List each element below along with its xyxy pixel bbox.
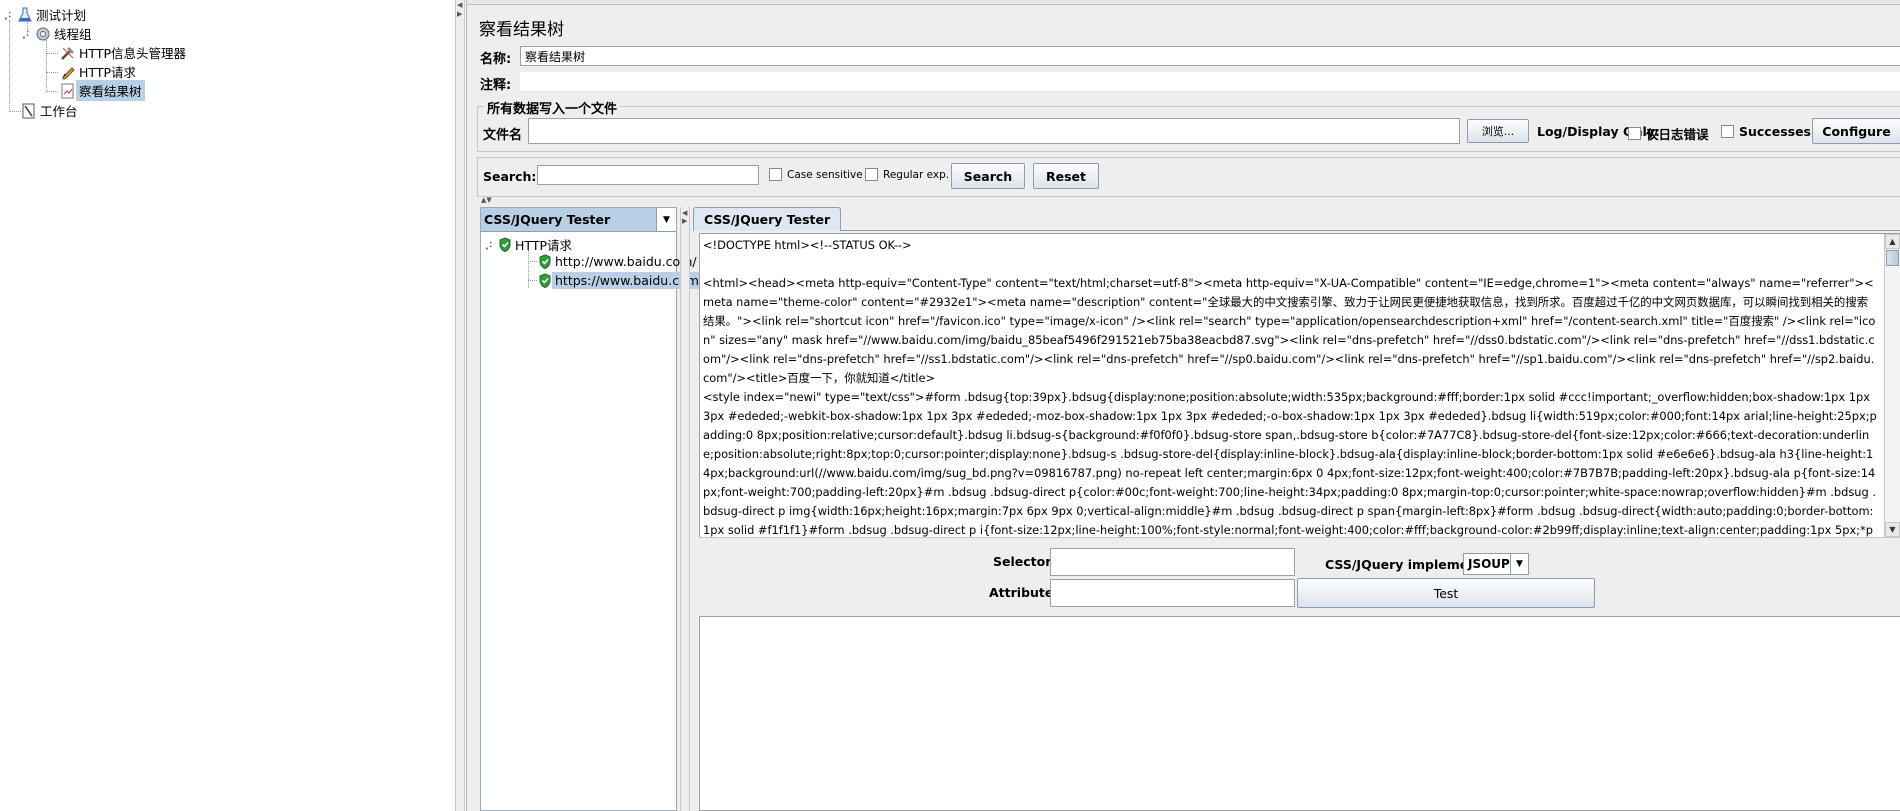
- scroll-down-icon[interactable]: ▼: [1885, 522, 1900, 537]
- wrench-icon: [61, 46, 74, 60]
- response-line: <!DOCTYPE html><!--STATUS OK-->: [703, 238, 912, 252]
- tree-connector: [528, 250, 529, 288]
- response-body-text-area[interactable]: <!DOCTYPE html><!--STATUS OK--> <html><h…: [699, 233, 1900, 538]
- response-line: <html><head><meta http-equiv="Content-Ty…: [703, 276, 1876, 385]
- search-label: Search:: [483, 169, 537, 184]
- attribute-label: Attribute:: [989, 585, 1059, 600]
- sample-results-tree[interactable]: CSS/JQuery Tester ▼ ̥ː HTTP请求 http://www…: [480, 207, 707, 811]
- checkbox-label: Regular exp.: [883, 168, 950, 181]
- tree-item-http-header-manager[interactable]: HTTP信息头管理器: [60, 43, 189, 62]
- checkbox-box[interactable]: [769, 168, 782, 181]
- tree-connector: [46, 72, 58, 73]
- errors-only-checkbox[interactable]: 仅日志错误: [1628, 124, 1709, 143]
- comment-label: 注释:: [480, 78, 512, 93]
- tree-item-thread-group[interactable]: ̥ː 线程组: [21, 24, 95, 43]
- tree-item-label: 工作台: [40, 104, 78, 119]
- pen-icon: [62, 66, 75, 79]
- collapse-right-arrow-icon[interactable]: ▶: [457, 11, 462, 18]
- vertical-scrollbar[interactable]: ▲ ▼: [1884, 234, 1900, 537]
- workbench-icon: [22, 103, 35, 118]
- response-line: <style index="newi" type="text/css">#for…: [703, 390, 1877, 537]
- configure-button[interactable]: Configure: [1812, 118, 1900, 144]
- chart-document-icon: [61, 83, 74, 98]
- split-arrows-icon[interactable]: ▲▼: [481, 196, 492, 204]
- success-shield-icon: [499, 237, 511, 252]
- filename-input[interactable]: [528, 118, 1460, 144]
- regular-exp-checkbox[interactable]: Regular exp.: [865, 168, 949, 181]
- scroll-thumb[interactable]: [1886, 250, 1899, 266]
- name-label: 名称:: [480, 52, 512, 67]
- checkbox-box[interactable]: [865, 168, 878, 181]
- renderer-select[interactable]: CSS/JQuery Tester ▼: [481, 208, 676, 232]
- tab-css-jquery-tester[interactable]: CSS/JQuery Tester: [693, 207, 842, 231]
- test-plan-tree[interactable]: ̥ː 测试计划 ̥ː 线程组 HTTP信息头管理器 HTTP请求 察看结果树 工…: [0, 0, 455, 811]
- results-split-divider[interactable]: ◀ ▶: [680, 207, 690, 811]
- success-shield-icon: [539, 273, 551, 288]
- implementation-selected-value: JSOUP: [1468, 557, 1510, 571]
- case-sensitive-checkbox[interactable]: Case sensitive: [769, 168, 863, 181]
- tree-connector: [46, 53, 58, 54]
- search-button[interactable]: Search: [951, 163, 1025, 189]
- test-button[interactable]: Test: [1297, 578, 1595, 608]
- expand-toggle-icon[interactable]: ̥ː: [21, 28, 35, 39]
- sample-item-http-baidu[interactable]: http://www.baidu.com/: [538, 252, 700, 271]
- split-arrows-icon[interactable]: ◀ ▶: [682, 209, 687, 225]
- filename-label: 文件名: [483, 128, 523, 143]
- css-jquery-tester-pane: Selector: CSS/JQuery implementation: JSO…: [693, 538, 1900, 811]
- response-line: [703, 255, 1878, 274]
- checkbox-label: Case sensitive: [787, 168, 863, 181]
- collapse-left-arrow-icon[interactable]: ◀: [457, 2, 462, 9]
- expand-toggle-icon[interactable]: ̥ː: [484, 239, 498, 250]
- tree-item-http-request[interactable]: HTTP请求: [60, 62, 139, 81]
- tree-connector: [9, 111, 21, 112]
- chevron-down-icon[interactable]: ▼: [1510, 554, 1528, 574]
- write-to-file-title: 所有数据写入一个文件: [484, 98, 621, 117]
- tree-item-label: 察看结果树: [76, 80, 145, 101]
- tree-item-label: 线程组: [54, 27, 92, 42]
- tree-connector: [528, 280, 537, 281]
- comment-input[interactable]: [520, 72, 1900, 92]
- selector-input[interactable]: [1050, 548, 1295, 576]
- gear-icon: [36, 27, 50, 40]
- expand-toggle-icon[interactable]: ̥ː: [3, 9, 17, 20]
- tester-result-area[interactable]: [699, 616, 1900, 811]
- implementation-select[interactable]: JSOUP ▼: [1463, 553, 1529, 575]
- selector-label: Selector:: [993, 554, 1057, 569]
- attribute-input[interactable]: [1050, 579, 1295, 607]
- checkbox-label: 仅日志错误: [1646, 127, 1709, 142]
- view-results-tree-panel: 察看结果树 名称: 注释: 所有数据写入一个文件 文件名 浏览... Log/D…: [466, 0, 1900, 811]
- tab-strip: CSS/JQuery Tester: [693, 207, 1900, 231]
- tree-connector: [9, 20, 10, 112]
- scroll-up-icon[interactable]: ▲: [1885, 234, 1900, 249]
- page-title: 察看结果树: [479, 20, 564, 40]
- tree-item-label: 测试计划: [36, 8, 87, 23]
- reset-button[interactable]: Reset: [1033, 163, 1099, 189]
- response-text: <!DOCTYPE html><!--STATUS OK--> <html><h…: [703, 236, 1878, 537]
- chevron-down-icon[interactable]: ▼: [656, 208, 676, 231]
- successes-checkbox[interactable]: Successes: [1721, 124, 1811, 139]
- tree-item-test-plan[interactable]: ̥ː 测试计划: [3, 5, 89, 24]
- success-shield-icon: [539, 254, 551, 269]
- name-input[interactable]: [520, 46, 1900, 66]
- search-input[interactable]: [537, 165, 759, 185]
- top-strip: [467, 0, 1900, 5]
- checkbox-box[interactable]: [1721, 125, 1734, 138]
- renderer-selected-value: CSS/JQuery Tester: [484, 212, 611, 227]
- tree-item-workbench[interactable]: 工作台: [21, 101, 81, 120]
- sample-label: http://www.baidu.com/: [555, 254, 697, 269]
- checkbox-label: Successes: [1739, 124, 1811, 139]
- test-plan-icon: [18, 7, 32, 21]
- tree-item-label: HTTP请求: [79, 65, 136, 80]
- tree-connector: [46, 91, 58, 92]
- split-pane-divider[interactable]: ◀ ▶: [455, 0, 465, 811]
- tree-connector: [528, 261, 537, 262]
- checkbox-box[interactable]: [1628, 127, 1641, 140]
- tree-item-view-results-tree[interactable]: 察看结果树: [60, 80, 145, 101]
- tree-connector: [46, 40, 47, 92]
- browse-button[interactable]: 浏览...: [1467, 119, 1529, 143]
- tree-item-label: HTTP信息头管理器: [79, 46, 186, 61]
